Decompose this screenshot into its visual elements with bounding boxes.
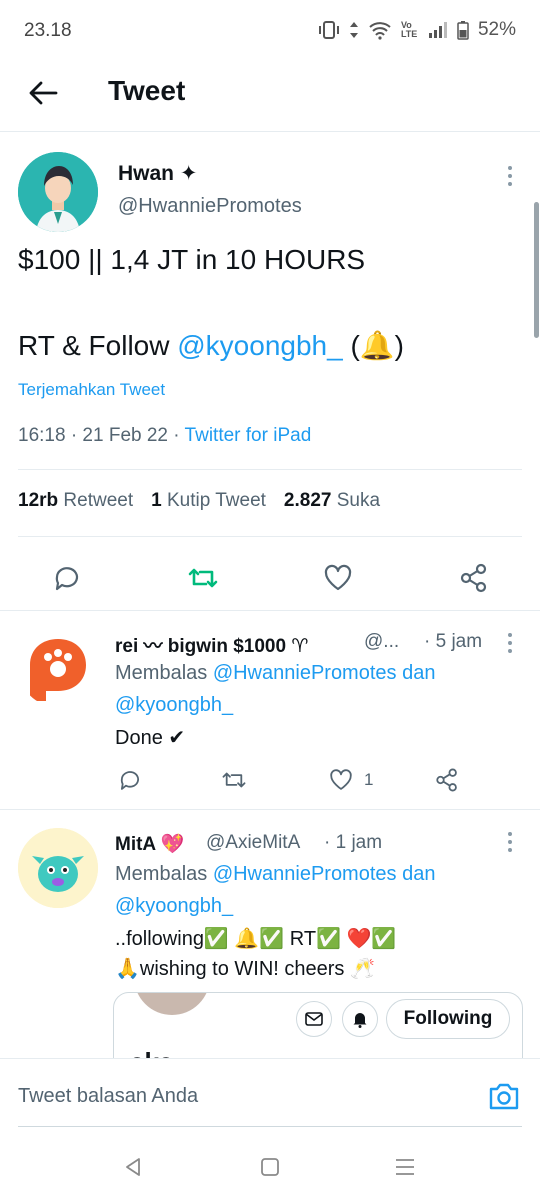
page-title: Tweet (108, 75, 186, 106)
replying-to: Membalas @HwanniePromotes dan @kyoongbh_ (115, 858, 435, 922)
system-nav-bar (0, 1128, 540, 1200)
mention-link[interactable]: @kyoongbh_ (177, 330, 342, 361)
status-bar: 23.18 Vo LTE 52% (0, 0, 540, 62)
reply-time: · 1 jam (324, 832, 383, 853)
reply-input-placeholder[interactable]: Tweet balasan Anda (18, 1085, 198, 1108)
nav-back-icon[interactable] (122, 1156, 144, 1178)
avatar-illustration (18, 152, 98, 232)
author-name[interactable]: Hwan ✦ (118, 161, 197, 186)
author-handle[interactable]: @... (364, 631, 399, 653)
retweets-count: 12rb (18, 490, 59, 511)
more-options-icon[interactable] (506, 166, 514, 186)
quotes-label: Kutip Tweet (166, 490, 266, 511)
reply-text: Done ✔ (115, 727, 186, 749)
reply-text: ..following✅ 🔔✅ RT✅ ❤️✅ (115, 928, 397, 950)
reply-text: 🙏wishing to WIN! cheers 🥂 (115, 958, 375, 980)
like-icon[interactable] (322, 562, 354, 594)
replying-and: dan (396, 662, 436, 684)
retweet-icon[interactable] (220, 767, 248, 793)
volte-icon: Vo LTE (400, 20, 418, 39)
status-time: 23.18 (24, 20, 72, 41)
mention-link[interactable]: @HwanniePromotes (213, 863, 397, 885)
more-options-icon[interactable] (506, 832, 514, 852)
reply-time: · 5 jam (424, 631, 483, 652)
status-icons: Vo LTE 52% (318, 19, 516, 41)
avatar[interactable] (18, 152, 98, 232)
retweet-icon[interactable] (187, 562, 219, 594)
translate-tweet-link[interactable]: Terjemahkan Tweet (18, 380, 165, 400)
battery-icon (457, 21, 469, 40)
reply-icon[interactable] (117, 767, 143, 793)
author-name[interactable]: MitA 💖 (115, 832, 184, 856)
vibrate-icon (318, 21, 339, 39)
tweet-actions (0, 552, 540, 612)
like-icon[interactable] (328, 767, 354, 793)
divider (18, 536, 522, 537)
author-name[interactable]: rei 〰 bigwin $1000 ♈ (115, 631, 308, 658)
reply-tweet[interactable]: MitA 💖 @AxieMitA · 1 jam Membalas @Hwann… (0, 810, 540, 1058)
tweet-text-line: RT & Follow @kyoongbh_ (🔔) (18, 329, 404, 362)
tweet-timestamp: 16:18 · 21 Feb 22 · (18, 425, 185, 446)
likes-stat[interactable]: 2.827 Suka (284, 490, 380, 512)
more-options-icon[interactable] (506, 633, 514, 653)
author-handle[interactable]: @HwanniePromotes (118, 195, 302, 218)
share-icon[interactable] (434, 767, 460, 793)
app-logo-icon (30, 639, 86, 701)
avatar[interactable] (18, 627, 98, 707)
retweets-stat[interactable]: 12rb Retweet (18, 490, 133, 512)
battery-percent: 52% (477, 19, 516, 40)
divider (18, 1126, 522, 1127)
likes-count: 2.827 (283, 490, 332, 511)
likes-label: Suka (336, 490, 381, 511)
replying-to: Membalas @HwanniePromotes dan @kyoongbh_ (115, 657, 435, 721)
notification-bell-icon[interactable] (342, 1001, 378, 1037)
tweet-text-line: $100 || 1,4 JT in 10 HOURS (18, 244, 366, 275)
nav-menu-icon[interactable] (394, 1158, 416, 1176)
tweet-text: RT & Follow (18, 330, 178, 361)
divider (18, 469, 522, 470)
share-icon[interactable] (458, 562, 490, 594)
following-button[interactable]: Following (386, 999, 510, 1039)
axie-avatar-illustration (18, 828, 98, 908)
mention-link[interactable]: @HwanniePromotes (213, 662, 397, 684)
replying-label: Membalas (115, 863, 213, 885)
replying-and: dan (396, 863, 436, 885)
tweet-stats: 12rb Retweet 1 Kutip Tweet 2.827 Suka (18, 490, 380, 512)
quoted-card[interactable]: Following aka (113, 992, 523, 1058)
mention-link[interactable]: @kyoongbh_ (115, 895, 233, 917)
tweet-source-link[interactable]: Twitter for iPad (185, 425, 312, 446)
reply-icon[interactable] (51, 562, 83, 594)
quoted-name: aka (130, 1047, 173, 1058)
tweet-meta: 16:18 · 21 Feb 22 · Twitter for iPad (18, 425, 311, 447)
back-arrow-icon[interactable] (26, 76, 60, 110)
quoted-avatar (134, 993, 210, 1015)
nav-home-icon[interactable] (260, 1157, 280, 1177)
tweet-text: (🔔) (342, 330, 404, 361)
reply-tweet[interactable]: rei 〰 bigwin $1000 ♈ @... · 5 jam Membal… (0, 611, 540, 809)
data-arrows-icon (349, 22, 358, 38)
quotes-count: 1 (151, 490, 162, 511)
wifi-icon (369, 22, 391, 40)
author-handle[interactable]: @AxieMitA (206, 832, 300, 854)
replying-label: Membalas (115, 662, 213, 684)
reply-composer[interactable]: Tweet balasan Anda (0, 1058, 540, 1128)
camera-icon[interactable] (488, 1081, 520, 1111)
like-count: 1 (364, 770, 374, 789)
mention-link[interactable]: @kyoongbh_ (115, 694, 233, 716)
message-icon[interactable] (296, 1001, 332, 1037)
signal-icon (428, 22, 447, 38)
avatar[interactable] (18, 828, 98, 908)
scrollbar-thumb[interactable] (534, 202, 539, 338)
top-bar: Tweet (0, 62, 540, 132)
quotes-stat[interactable]: 1 Kutip Tweet (151, 490, 266, 512)
retweets-label: Retweet (63, 490, 134, 511)
